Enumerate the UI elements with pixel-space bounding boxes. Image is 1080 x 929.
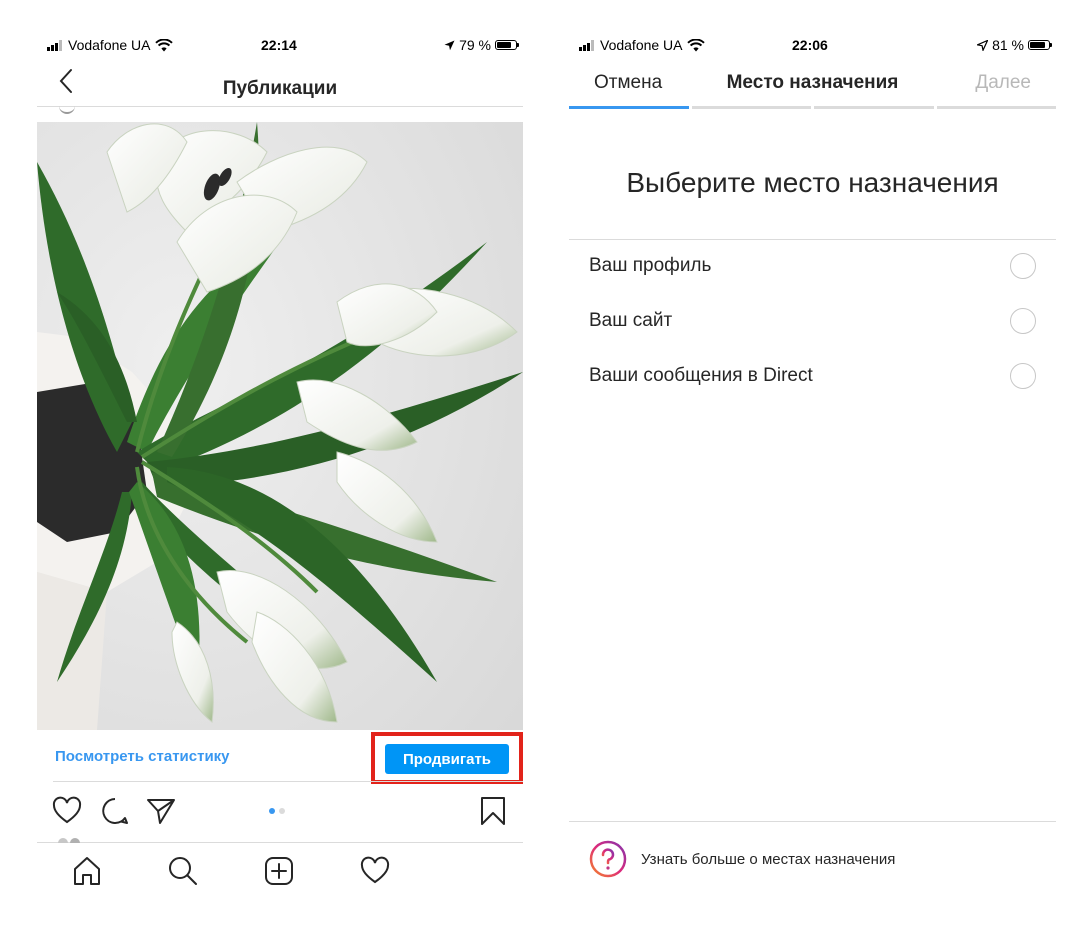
status-bar: Vodafone UA 22:06 81 % bbox=[569, 30, 1056, 60]
highlight-frame: Продвигать bbox=[371, 732, 523, 784]
signal-icon bbox=[47, 39, 62, 51]
radio-button[interactable] bbox=[1010, 363, 1036, 389]
destination-option-website[interactable]: Ваш сайт bbox=[569, 298, 1056, 353]
share-icon[interactable] bbox=[145, 795, 177, 827]
battery-icon bbox=[495, 40, 519, 50]
activity-icon[interactable] bbox=[359, 855, 391, 887]
promote-button[interactable]: Продвигать bbox=[385, 744, 509, 774]
signal-icon bbox=[579, 39, 594, 51]
right-screen-destination: Vodafone UA 22:06 81 % Отмена Место назн… bbox=[569, 30, 1056, 899]
comment-icon[interactable] bbox=[99, 795, 131, 827]
bookmark-icon[interactable] bbox=[477, 795, 509, 827]
post-action-bar: Посмотреть статистику Продвигать bbox=[37, 730, 523, 784]
divider bbox=[569, 821, 1056, 822]
carousel-dots bbox=[269, 808, 285, 814]
avatar bbox=[59, 104, 75, 114]
post-author-strip bbox=[37, 107, 523, 121]
left-screen-posts: Vodafone UA 22:14 79 % Публикации Посмот… bbox=[37, 30, 523, 900]
progress-segment bbox=[691, 106, 811, 109]
carousel-dot bbox=[269, 808, 275, 814]
learn-more-link[interactable]: Узнать больше о местах назначения bbox=[641, 851, 895, 868]
destination-option-direct[interactable]: Ваши сообщения в Direct bbox=[569, 353, 1056, 408]
wifi-icon bbox=[154, 38, 173, 51]
location-arrow-icon bbox=[977, 39, 989, 51]
progress-segment bbox=[936, 106, 1056, 109]
option-label: Ваш профиль bbox=[589, 255, 712, 276]
destination-nav-bar: Отмена Место назначения Далее bbox=[569, 60, 1056, 108]
learn-more-row[interactable]: Узнать больше о местах назначения bbox=[589, 840, 895, 878]
carrier: Vodafone UA bbox=[579, 37, 705, 53]
carrier-name: Vodafone UA bbox=[68, 37, 151, 53]
profile-tab-redaction[interactable] bbox=[455, 845, 501, 893]
status-time: 22:06 bbox=[792, 37, 828, 53]
search-icon[interactable] bbox=[167, 855, 199, 887]
redaction-box bbox=[155, 54, 435, 76]
carrier-name: Vodafone UA bbox=[600, 37, 683, 53]
battery-status: 81 % bbox=[977, 37, 1052, 53]
help-icon bbox=[589, 840, 627, 878]
status-time: 22:14 bbox=[261, 37, 297, 53]
posts-header: Публикации bbox=[37, 54, 523, 107]
divider bbox=[569, 239, 1056, 240]
option-label: Ваш сайт bbox=[589, 310, 673, 331]
step-progress bbox=[569, 106, 1056, 109]
choose-destination-heading: Выберите место назначения bbox=[626, 167, 999, 198]
bottom-tab-bar bbox=[37, 838, 523, 900]
wifi-icon bbox=[686, 38, 705, 51]
add-icon[interactable] bbox=[263, 855, 295, 887]
radio-button[interactable] bbox=[1010, 253, 1036, 279]
option-label: Ваши сообщения в Direct bbox=[589, 365, 813, 386]
battery-percent: 81 % bbox=[992, 37, 1024, 53]
carousel-dot bbox=[279, 808, 285, 814]
next-button[interactable]: Далее bbox=[975, 72, 1031, 94]
progress-segment bbox=[814, 106, 934, 109]
post-icons-row bbox=[37, 790, 523, 834]
heart-icon[interactable] bbox=[51, 795, 83, 827]
progress-segment bbox=[569, 106, 689, 109]
view-insights-link[interactable]: Посмотреть статистику bbox=[55, 748, 230, 765]
home-icon[interactable] bbox=[71, 855, 103, 887]
carrier: Vodafone UA bbox=[47, 37, 173, 53]
page-title: Публикации bbox=[222, 78, 338, 99]
battery-icon bbox=[1028, 40, 1052, 50]
location-arrow-icon bbox=[444, 40, 455, 50]
likes-avatars bbox=[58, 838, 80, 843]
radio-button[interactable] bbox=[1010, 308, 1036, 334]
battery-status: 79 % bbox=[444, 37, 519, 53]
lily-bouquet-image bbox=[37, 122, 523, 730]
divider bbox=[53, 781, 523, 782]
battery-percent: 79 % bbox=[459, 37, 491, 53]
post-photo[interactable] bbox=[37, 122, 523, 730]
destination-option-profile[interactable]: Ваш профиль bbox=[569, 243, 1056, 298]
